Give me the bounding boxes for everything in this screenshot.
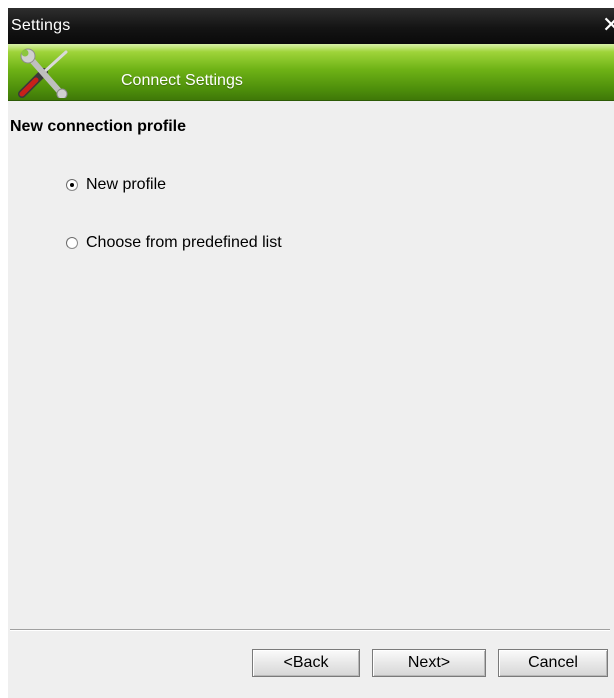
new-profile-option[interactable]: New profile <box>66 176 166 194</box>
predefined-list-label[interactable]: Choose from predefined list <box>86 234 282 252</box>
title-bar: Settings ✕ <box>8 8 614 44</box>
next-button[interactable]: Next> <box>372 649 486 677</box>
predefined-list-radio[interactable] <box>66 237 78 249</box>
cancel-button[interactable]: Cancel <box>498 649 608 677</box>
new-profile-radio[interactable] <box>66 179 78 191</box>
banner-title: Connect Settings <box>121 72 243 89</box>
window-title: Settings <box>11 17 71 34</box>
header-banner: Connect Settings <box>8 44 614 101</box>
settings-window: Settings ✕ Connect Settings New connecti… <box>8 8 614 698</box>
new-profile-label[interactable]: New profile <box>86 176 166 194</box>
footer-divider <box>10 629 610 631</box>
predefined-list-option[interactable]: Choose from predefined list <box>66 234 282 252</box>
back-button[interactable]: <Back <box>252 649 360 677</box>
tools-icon <box>18 48 68 98</box>
close-icon[interactable]: ✕ <box>602 12 614 38</box>
page-heading: New connection profile <box>10 118 187 135</box>
